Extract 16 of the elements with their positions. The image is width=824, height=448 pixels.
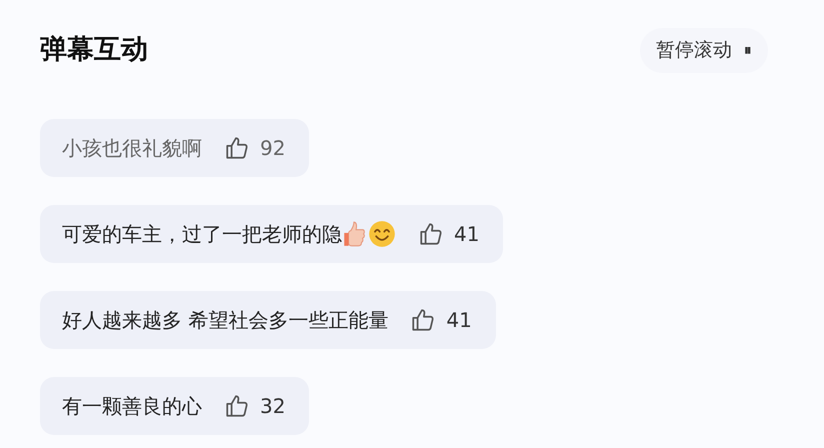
smile-emoji-icon bbox=[368, 220, 396, 248]
like-count: 92 bbox=[260, 134, 286, 162]
like-count: 41 bbox=[446, 306, 472, 334]
thumbs-up-icon[interactable] bbox=[224, 392, 250, 418]
thumbs-up-icon[interactable] bbox=[410, 306, 436, 332]
thumbs-up-icon[interactable] bbox=[224, 134, 250, 160]
comment-text: 可爱的车主，过了一把老师的隐 bbox=[62, 220, 342, 248]
comment-text: 小孩也很礼貌啊 bbox=[62, 134, 202, 162]
like-count: 32 bbox=[260, 392, 286, 420]
thumbs-up-emoji-icon bbox=[342, 220, 368, 248]
thumbs-up-icon[interactable] bbox=[418, 220, 444, 246]
comment-text: 好人越来越多 希望社会多一些正能量 bbox=[62, 306, 388, 334]
pause-scroll-button[interactable]: 暂停滚动 ⏸ bbox=[640, 28, 768, 72]
section-title: 弹幕互动 bbox=[40, 33, 148, 67]
like-count: 41 bbox=[454, 220, 480, 248]
comment-text: 有一颗善良的心 bbox=[62, 392, 202, 420]
